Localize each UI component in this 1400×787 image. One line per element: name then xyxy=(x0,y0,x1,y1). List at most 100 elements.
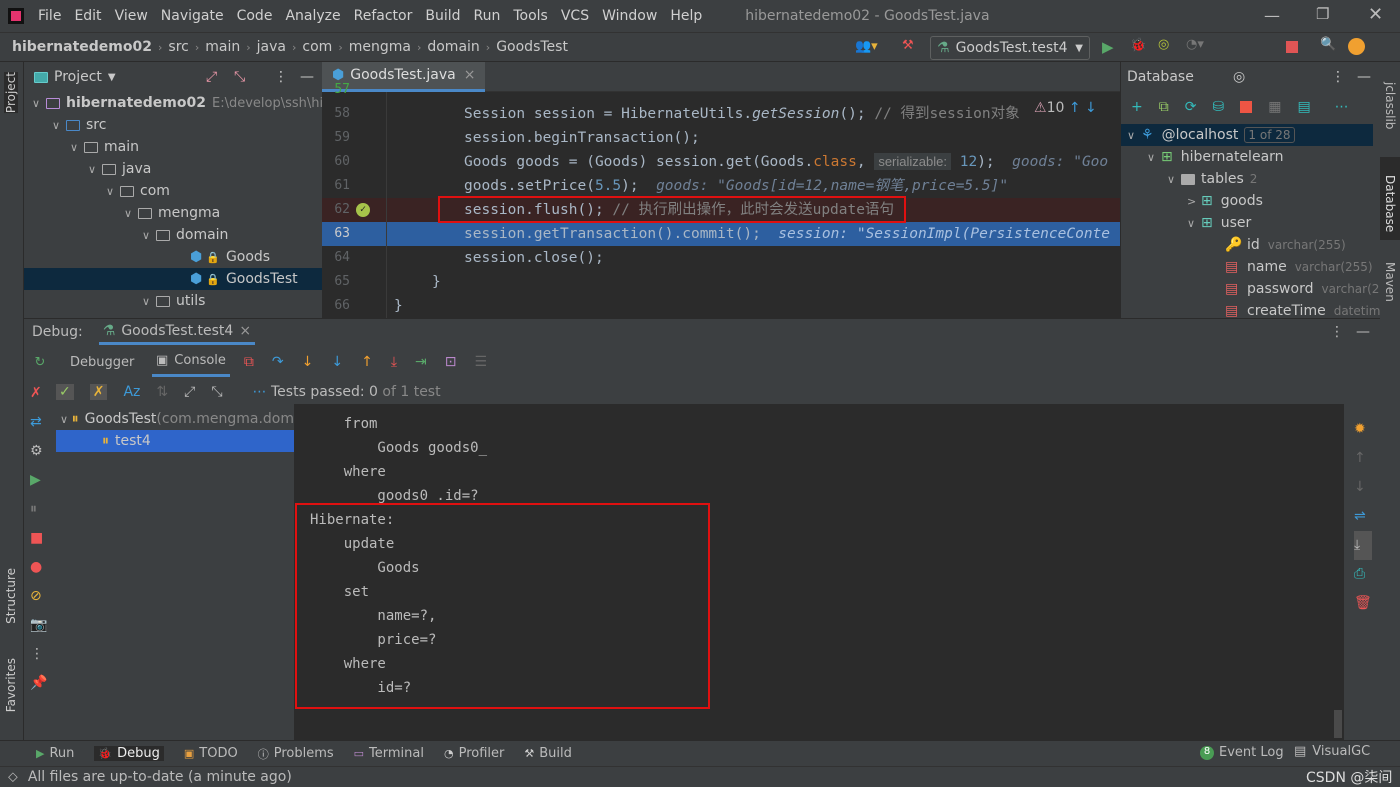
pin-icon[interactable]: 📌 xyxy=(30,669,50,698)
swap-icon[interactable]: ⇄ xyxy=(30,408,50,437)
db-column[interactable]: ▤ password varchar(25 xyxy=(1225,278,1387,300)
visualgc-button[interactable]: ▤ VisualGC xyxy=(1294,744,1370,759)
down-icon[interactable]: ↓ xyxy=(1354,473,1372,502)
target-icon[interactable]: ◎ xyxy=(1233,69,1245,85)
db-host[interactable]: ∨ ⚘ @localhost 1 of 28 xyxy=(1121,124,1373,146)
favorites-tool-tab[interactable]: Favorites xyxy=(4,658,18,712)
tree-item-java[interactable]: ∨ java xyxy=(24,158,322,180)
tab-debugger[interactable]: Debugger xyxy=(70,355,152,370)
minimize-button[interactable]: — xyxy=(1264,6,1280,25)
breadcrumb-item[interactable]: src xyxy=(168,39,188,55)
breadcrumb-item[interactable]: com xyxy=(302,39,332,55)
restore-layout-icon[interactable]: ✗ xyxy=(30,379,50,408)
menu-tools[interactable]: Tools xyxy=(513,8,548,24)
close-tab-icon[interactable]: × xyxy=(239,323,251,339)
tree-item-utils[interactable]: ∨ utils xyxy=(24,290,322,312)
test-method-node[interactable]: ⏸ test4 xyxy=(56,430,294,452)
code-editor[interactable]: ⬢ GoodsTest.java × ⚠10 ↑ ↓ 57 58 Session ses… xyxy=(322,61,1120,318)
test-class-node[interactable]: ∨ ⏸ GoodsTest (com.mengma.dom xyxy=(60,408,294,430)
more-icon[interactable]: ⋯ xyxy=(1335,99,1349,115)
run-to-cursor-icon[interactable]: ⇥ xyxy=(415,354,427,370)
tool-tab-build[interactable]: ⚒ Build xyxy=(524,746,572,761)
tool-tab-profiler[interactable]: ◔ Profiler xyxy=(444,746,504,761)
breakpoint-check-icon[interactable]: ✓ xyxy=(356,203,370,217)
menu-edit[interactable]: Edit xyxy=(74,8,101,24)
tree-item-src[interactable]: ∨ src xyxy=(24,114,322,136)
maven-tool-tab[interactable]: Maven xyxy=(1383,262,1397,302)
menu-view[interactable]: View xyxy=(115,8,148,24)
add-icon[interactable]: + xyxy=(1131,99,1143,115)
evaluate-icon[interactable]: ⊡ xyxy=(445,354,457,370)
db-column[interactable]: ▤ name varchar(255) xyxy=(1225,256,1373,278)
tree-item-root[interactable]: ∨ hibernatedemo02 E:\develop\ssh\hiber xyxy=(32,92,345,114)
menu-analyze[interactable]: Analyze xyxy=(285,8,340,24)
stop-icon[interactable] xyxy=(1286,41,1298,53)
settings-icon[interactable]: ⚙ xyxy=(30,437,50,466)
tool-tab-todo[interactable]: ▣ TODO xyxy=(184,746,238,761)
resume-icon[interactable]: ▶ xyxy=(30,466,50,495)
drop-frame-icon[interactable]: ⤓ xyxy=(391,354,397,370)
database-tool-tab[interactable]: Database xyxy=(1380,157,1400,241)
print-icon[interactable]: ⎙ xyxy=(1354,560,1372,589)
breadcrumb-item[interactable]: GoodsTest xyxy=(496,39,568,55)
clear-icon[interactable]: 🗑 xyxy=(1354,589,1372,618)
debug-session-tab[interactable]: ⚗ GoodsTest.test4 × xyxy=(98,319,256,345)
collapse-icon[interactable]: ⤡ xyxy=(234,69,245,85)
step-out-icon[interactable]: ↑ xyxy=(361,354,373,370)
tree-item-goods[interactable]: ⬢ 🔒 Goods xyxy=(24,246,322,268)
coverage-icon[interactable]: ◎ xyxy=(1158,37,1169,52)
expand-icon[interactable]: ⤢ xyxy=(206,69,217,85)
menu-build[interactable]: Build xyxy=(425,8,460,24)
rerun-icon[interactable]: ↻ xyxy=(24,355,56,370)
project-tool-tab[interactable]: Project xyxy=(4,72,18,114)
menu-file[interactable]: File xyxy=(38,8,61,24)
event-log-button[interactable]: 8 Event Log xyxy=(1200,745,1284,760)
more-icon[interactable]: ⋮ xyxy=(30,640,50,669)
stop-icon[interactable] xyxy=(1240,101,1253,113)
tool-tab-problems[interactable]: ⓘ Problems xyxy=(258,746,334,762)
trace-icon[interactable]: ☰ xyxy=(475,354,488,370)
sort-alpha-icon[interactable]: Az xyxy=(123,384,140,400)
tree-item-mengma[interactable]: ∨ mengma xyxy=(24,202,322,224)
menu-run[interactable]: Run xyxy=(474,8,501,24)
db-schema[interactable]: ∨ ⊞ hibernatelearn xyxy=(1147,146,1284,168)
breakpoints-icon[interactable]: ● xyxy=(30,553,50,582)
update-icon[interactable] xyxy=(1348,38,1365,55)
options-icon[interactable]: ⋮ xyxy=(1330,324,1344,340)
table-icon[interactable]: ▦ xyxy=(1268,99,1281,115)
status-icon[interactable]: ⬦ xyxy=(8,769,18,785)
breadcrumb-item[interactable]: mengma xyxy=(349,39,411,55)
step-into-icon[interactable]: ↓ xyxy=(302,354,314,370)
tree-item-main[interactable]: ∨ main xyxy=(24,136,322,158)
debug-overlay-icon[interactable]: ✹ xyxy=(1354,415,1372,444)
db-column[interactable]: 🔑 id varchar(255) xyxy=(1225,234,1346,256)
tree-item-goodstest[interactable]: ⬢ 🔒 GoodsTest xyxy=(24,268,322,290)
refresh-icon[interactable]: ⟳ xyxy=(1185,99,1197,115)
console-scrollbar[interactable] xyxy=(1334,710,1342,738)
tool-tab-run[interactable]: ▶ Run xyxy=(36,746,74,761)
menu-window[interactable]: Window xyxy=(602,8,657,24)
tool-tab-debug[interactable]: 🐞 Debug xyxy=(94,746,164,761)
db-table-goods[interactable]: > ⊞ goods xyxy=(1187,190,1263,212)
menu-navigate[interactable]: Navigate xyxy=(161,8,224,24)
mute-breakpoints-icon[interactable]: ⊘ xyxy=(30,582,50,611)
breadcrumb-item[interactable]: domain xyxy=(427,39,479,55)
console-output[interactable]: from Goods goods0_ where goods0_.id=? Hib… xyxy=(294,404,1344,740)
show-passed-icon[interactable]: ✓ xyxy=(56,384,74,400)
hide-icon[interactable]: — xyxy=(1357,69,1371,85)
hide-icon[interactable]: — xyxy=(1356,324,1370,340)
pause-icon[interactable]: ⏸ xyxy=(30,495,50,524)
search-icon[interactable]: 🔍 xyxy=(1320,37,1336,52)
menu-help[interactable]: Help xyxy=(670,8,702,24)
vcs-user-icon[interactable]: 👥▾ xyxy=(855,39,878,54)
tab-console[interactable]: ▣ Console xyxy=(152,347,230,377)
query-icon[interactable]: ⛁ xyxy=(1212,99,1224,115)
close-window-button[interactable]: ✕ xyxy=(1368,4,1383,25)
force-step-into-icon[interactable]: ↓ xyxy=(331,354,343,370)
step-over-icon[interactable]: ↷ xyxy=(272,354,284,370)
jclasslib-tool-tab[interactable]: jclasslib xyxy=(1383,82,1397,129)
structure-tool-tab[interactable]: Structure xyxy=(4,568,18,624)
menu-code[interactable]: Code xyxy=(237,8,273,24)
expand-icon[interactable]: ⤢ xyxy=(184,384,195,400)
sort-duration-icon[interactable]: ⇅ xyxy=(156,384,168,400)
